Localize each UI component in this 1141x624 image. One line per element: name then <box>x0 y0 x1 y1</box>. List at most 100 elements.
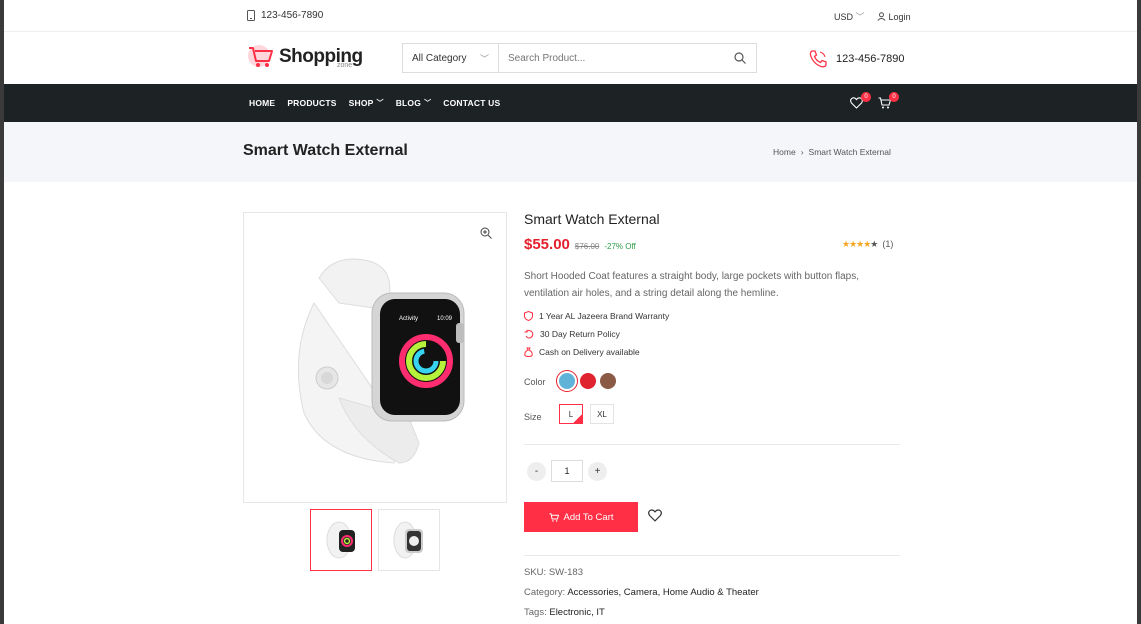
sku-row: SKU: SW-183 <box>524 567 583 578</box>
chevron-down-icon: ﹀ <box>479 53 489 64</box>
tags-row: Tags: Electronic, IT <box>524 607 605 618</box>
tag-links[interactable]: Electronic, IT <box>549 607 604 618</box>
thumbnail-watch-image <box>393 521 423 559</box>
divider <box>524 555 900 556</box>
currency-label: USD <box>834 12 854 22</box>
currency-select[interactable]: USD ﹀ <box>834 10 865 23</box>
nav-label: PRODUCTS <box>287 98 337 108</box>
sku-label: SKU: <box>524 567 547 578</box>
current-price: $55.00 <box>524 236 570 253</box>
nav-item-products[interactable]: PRODUCTS <box>287 98 336 108</box>
wishlist-button[interactable]: 0 <box>850 92 871 110</box>
quantity-value: 1 <box>564 466 570 476</box>
feature-label: 1 Year AL Jazeera Brand Warranty <box>539 311 670 321</box>
shield-icon <box>524 311 533 321</box>
header-phone-text: 123-456-7890 <box>836 53 905 65</box>
page-title-band: Smart Watch External Home › Smart Watch … <box>4 122 1137 182</box>
main-nav: HOME PRODUCTS SHOP ﹀ BLOG ﹀ CONTACT US 0 0 <box>4 84 1137 122</box>
size-label: Size <box>524 412 542 422</box>
category-row: Category: Accessories, Camera, Home Audi… <box>524 587 759 598</box>
login-label: Login <box>888 11 911 22</box>
breadcrumb-home[interactable]: Home <box>773 147 796 157</box>
chevron-down-icon: ﹀ <box>855 12 865 22</box>
size-option-xl[interactable]: XL <box>590 404 614 424</box>
nav-item-contact[interactable]: CONTACT US <box>443 98 500 108</box>
category-label: All Category <box>412 52 467 64</box>
color-swatch-blue[interactable] <box>559 373 575 389</box>
nav-label: HOME <box>249 98 276 108</box>
login-link[interactable]: Login <box>876 11 911 22</box>
search-input[interactable] <box>499 44 724 72</box>
wishlist-count-badge: 0 <box>861 92 871 102</box>
size-option-l[interactable]: L <box>559 404 583 424</box>
divider <box>524 444 900 445</box>
cart-count-badge: 0 <box>889 92 899 102</box>
feature-warranty: 1 Year AL Jazeera Brand Warranty <box>524 311 669 321</box>
color-swatch-red[interactable] <box>580 373 596 389</box>
breadcrumb-current: Smart Watch External <box>808 147 891 157</box>
old-price: $76.00 <box>574 242 600 251</box>
rating-stars: ★★★★★ <box>842 239 878 249</box>
chevron-right-icon: › <box>800 147 804 157</box>
tags-label: Tags: <box>524 607 547 618</box>
add-to-cart-button[interactable]: Add To Cart <box>524 502 638 532</box>
watch-screen-title: Activity <box>399 316 418 322</box>
discount-label: -27% Off <box>604 242 636 251</box>
feature-cod: Cash on Delivery available <box>524 347 640 357</box>
quantity-increase-button[interactable]: + <box>588 462 607 481</box>
nav-label: SHOP <box>348 98 374 108</box>
quantity-input[interactable]: 1 <box>551 460 583 482</box>
search-icon <box>734 52 746 64</box>
page-title: Smart Watch External <box>243 142 408 159</box>
category-label: Category: <box>524 587 566 598</box>
cart-icon <box>549 512 559 522</box>
nav-item-shop[interactable]: SHOP ﹀ <box>349 98 384 108</box>
review-count: (1) <box>882 239 894 249</box>
thumbnail-2[interactable] <box>378 509 440 571</box>
category-links[interactable]: Accessories, Camera, Home Audio & Theate… <box>567 587 759 598</box>
top-phone: 123-456-7890 <box>247 10 323 21</box>
top-bar: 123-456-7890 USD ﹀ Login <box>4 0 1137 32</box>
site-header: Shopping zone All Category ﹀ 123-456-789… <box>4 32 1137 84</box>
chevron-down-icon: ﹀ <box>376 100 384 107</box>
price-block: $55.00 $76.00 -27% Off <box>524 236 636 253</box>
chevron-down-icon: ﹀ <box>424 100 432 107</box>
thumbnail-watch-image <box>326 521 355 559</box>
minus-icon: - <box>534 466 539 477</box>
nav-label: CONTACT US <box>443 98 501 108</box>
header-phone[interactable]: 123-456-7890 <box>808 49 905 69</box>
color-label: Color <box>524 377 546 387</box>
size-option-label: XL <box>597 409 607 419</box>
nav-item-blog[interactable]: BLOG ﹀ <box>396 98 432 108</box>
mobile-icon <box>247 10 255 21</box>
money-bag-icon <box>524 347 533 357</box>
rating[interactable]: ★★★★★ (1) <box>842 239 893 250</box>
search-button[interactable] <box>724 44 756 72</box>
smartwatch-image: Activity 10:09 <box>297 258 465 464</box>
search-bar: All Category ﹀ <box>402 43 757 73</box>
feature-label: Cash on Delivery available <box>539 347 640 357</box>
cart-button[interactable]: 0 <box>878 92 899 110</box>
add-to-cart-label: Add To Cart <box>563 511 614 523</box>
phone-icon <box>809 50 827 68</box>
breadcrumb: Home › Smart Watch External <box>773 147 891 157</box>
watch-screen-time: 10:09 <box>437 316 453 322</box>
product-main-image[interactable]: Activity 10:09 <box>243 212 507 503</box>
category-select[interactable]: All Category ﹀ <box>403 44 499 72</box>
product-title: Smart Watch External <box>524 211 660 227</box>
size-option-label: L <box>568 409 574 419</box>
cart-logo-icon <box>248 45 273 67</box>
sku-value: SW-183 <box>548 567 583 578</box>
return-icon <box>524 329 534 339</box>
quantity-decrease-button[interactable]: - <box>527 462 546 481</box>
thumbnail-1[interactable] <box>310 509 372 571</box>
top-phone-text: 123-456-7890 <box>261 10 324 21</box>
wishlist-heart-icon[interactable] <box>648 509 662 522</box>
nav-item-home[interactable]: HOME <box>249 98 275 108</box>
feature-return: 30 Day Return Policy <box>524 329 620 339</box>
logo-subtext: zone <box>337 62 353 69</box>
color-swatch-brown[interactable] <box>600 373 616 389</box>
nav-label: BLOG <box>395 98 422 108</box>
product-description: Short Hooded Coat features a straight bo… <box>524 271 860 299</box>
user-icon <box>876 12 886 21</box>
